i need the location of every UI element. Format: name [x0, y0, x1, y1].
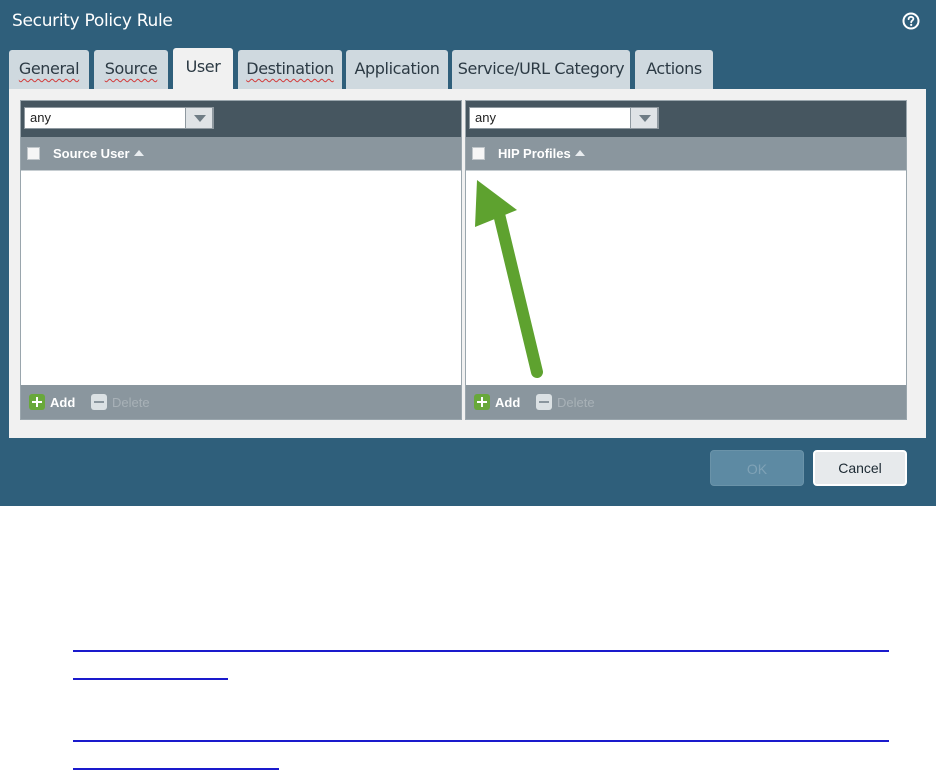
tab-source[interactable]: Source	[94, 50, 168, 90]
column-header: HIP Profiles	[466, 137, 906, 171]
tab-application[interactable]: Application	[346, 50, 448, 90]
delete-button-label: Delete	[557, 395, 595, 410]
tab-label: Application	[354, 59, 440, 78]
chevron-down-icon	[639, 115, 651, 122]
dropdown-button[interactable]	[630, 107, 658, 129]
link-underline[interactable]	[73, 650, 889, 652]
dropdown-button[interactable]	[185, 107, 213, 129]
tab-label: User	[185, 57, 221, 76]
tab-label: Destination	[246, 59, 334, 78]
add-icon	[474, 394, 490, 410]
chevron-down-icon	[194, 115, 206, 122]
cancel-button[interactable]: Cancel	[813, 450, 907, 486]
tab-destination[interactable]: Destination	[238, 50, 342, 90]
add-icon	[29, 394, 45, 410]
panel-toolbar: any	[21, 101, 461, 137]
tab-label: Service/URL Category	[457, 59, 625, 78]
delete-button: Delete	[536, 394, 595, 410]
column-header: Source User	[21, 137, 461, 171]
tab-actions[interactable]: Actions	[635, 50, 713, 90]
sort-ascending-icon	[574, 150, 585, 156]
column-header-label: HIP Profiles	[498, 146, 571, 161]
link-underline[interactable]	[73, 678, 228, 680]
delete-button: Delete	[91, 394, 150, 410]
question-circle-icon[interactable]	[902, 12, 920, 30]
link-underline[interactable]	[73, 768, 279, 770]
source-user-panel: any Source User Add Delete	[20, 100, 462, 420]
panel-toolbar: any	[466, 101, 906, 137]
column-header-hip-profiles[interactable]: HIP Profiles	[498, 146, 585, 161]
tab-label: General	[18, 59, 80, 78]
source-user-list	[21, 171, 461, 386]
panel-footer: Add Delete	[466, 385, 906, 419]
security-policy-rule-dialog: Security Policy Rule General Source User…	[0, 0, 936, 506]
tab-user[interactable]: User	[173, 48, 233, 92]
tab-general[interactable]: General	[9, 50, 89, 90]
add-button-label: Add	[495, 395, 521, 410]
select-all-checkbox[interactable]	[27, 147, 40, 160]
column-header-source-user[interactable]: Source User	[53, 146, 144, 161]
dialog-title: Security Policy Rule	[12, 11, 173, 31]
add-button-label: Add	[50, 395, 76, 410]
tab-label: Source	[104, 59, 158, 78]
tab-service-url-category[interactable]: Service/URL Category	[452, 50, 630, 90]
column-header-label: Source User	[53, 146, 130, 161]
sort-ascending-icon	[133, 150, 144, 156]
add-button[interactable]: Add	[474, 394, 520, 410]
ok-button[interactable]: OK	[710, 450, 804, 486]
tab-label: Actions	[646, 59, 702, 78]
green-arrow-annotation	[475, 180, 543, 378]
add-button[interactable]: Add	[29, 394, 75, 410]
panel-footer: Add Delete	[21, 385, 461, 419]
link-underline[interactable]	[73, 740, 889, 742]
delete-button-label: Delete	[112, 395, 150, 410]
select-all-checkbox[interactable]	[472, 147, 485, 160]
delete-icon	[91, 394, 107, 410]
delete-icon	[536, 394, 552, 410]
